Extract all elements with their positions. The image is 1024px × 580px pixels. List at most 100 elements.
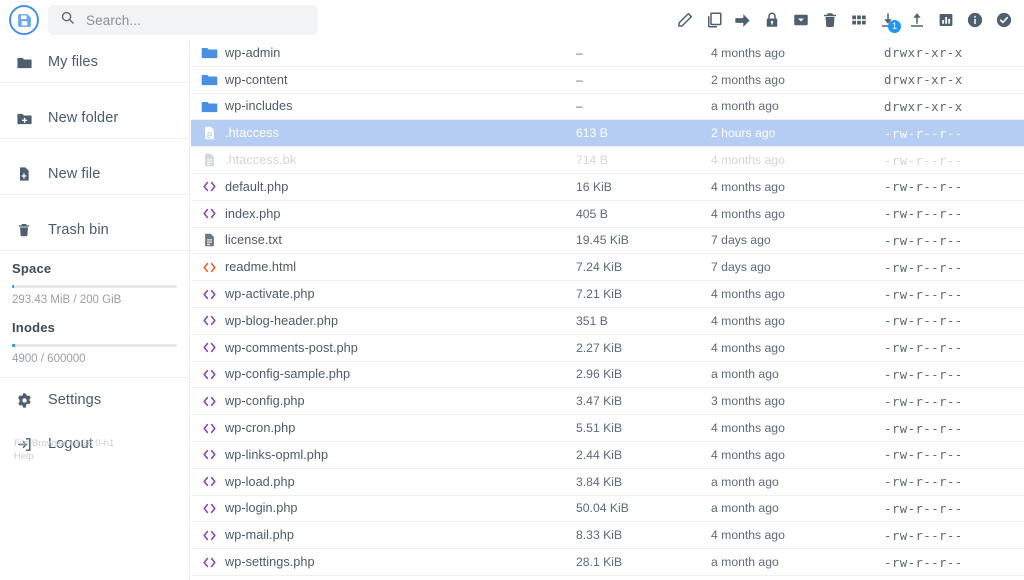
table-row[interactable]: wp-comments-post.php2.27 KiB4 months ago… xyxy=(191,335,1024,362)
file-size: 613 B xyxy=(576,126,711,140)
space-section-title: Space xyxy=(0,251,189,282)
table-row[interactable]: wp-blog-header.php351 B4 months ago-rw-r… xyxy=(191,308,1024,335)
table-row[interactable]: wp-includes–a month agodrwxr-xr-x xyxy=(191,94,1024,121)
table-row[interactable]: wp-config.php3.47 KiB3 months ago-rw-r--… xyxy=(191,388,1024,415)
file-modified: a month ago xyxy=(711,501,884,515)
search-input[interactable]: Search... xyxy=(48,5,318,35)
sidebar-item-new-folder[interactable]: New folder xyxy=(0,98,189,139)
document-icon xyxy=(194,232,225,248)
table-row[interactable]: wp-activate.php7.21 KiB4 months ago-rw-r… xyxy=(191,281,1024,308)
search-placeholder: Search... xyxy=(86,13,141,28)
space-progress-bar xyxy=(12,285,177,288)
sidebar-item-label: Trash bin xyxy=(48,222,109,238)
file-name: license.txt xyxy=(225,233,576,247)
delete-button[interactable] xyxy=(815,5,844,35)
file-modified: 4 months ago xyxy=(711,180,884,194)
file-size: – xyxy=(576,73,711,87)
file-permissions: -rw-r--r-- xyxy=(884,179,1024,194)
sidebar-item-settings[interactable]: Settings xyxy=(0,378,189,422)
file-size: 714 B xyxy=(576,153,711,167)
pencil-icon xyxy=(676,11,694,29)
upload-button[interactable] xyxy=(902,5,931,35)
sidebar-item-new-file[interactable]: New file xyxy=(0,154,189,195)
grid-view-button[interactable] xyxy=(844,5,873,35)
table-row[interactable]: .htaccess613 B2 hours ago-rw-r--r-- xyxy=(191,120,1024,147)
copy-button[interactable] xyxy=(699,5,728,35)
folder-icon xyxy=(194,98,225,115)
app-logo[interactable] xyxy=(0,0,48,40)
table-row[interactable]: license.txt19.45 KiB7 days ago-rw-r--r-- xyxy=(191,228,1024,255)
table-row[interactable]: wp-settings.php28.1 KiBa month ago-rw-r-… xyxy=(191,549,1024,576)
file-modified: 2 hours ago xyxy=(711,126,884,140)
table-row[interactable] xyxy=(191,576,1024,580)
select-all-button[interactable] xyxy=(989,5,1018,35)
download-count-badge: 1 xyxy=(888,20,901,33)
file-permissions: -rw-r--r-- xyxy=(884,206,1024,221)
help-link[interactable]: Help xyxy=(14,450,114,463)
document-icon xyxy=(194,152,225,168)
file-size: 28.1 KiB xyxy=(576,555,711,569)
file-size: 7.24 KiB xyxy=(576,260,711,274)
file-name: wp-mail.php xyxy=(225,528,576,542)
table-row[interactable]: wp-cron.php5.51 KiB4 months ago-rw-r--r-… xyxy=(191,415,1024,442)
file-size: 3.47 KiB xyxy=(576,394,711,408)
folder-icon xyxy=(194,44,225,61)
permissions-button[interactable] xyxy=(757,5,786,35)
sidebar: My files New folder New file Trash bin xyxy=(0,40,190,580)
trash-icon xyxy=(821,11,839,29)
table-row[interactable]: wp-login.php50.04 KiBa month ago-rw-r--r… xyxy=(191,496,1024,523)
file-permissions: -rw-r--r-- xyxy=(884,501,1024,516)
file-name: wp-activate.php xyxy=(225,287,576,301)
code-icon xyxy=(194,473,225,490)
file-name: wp-config.php xyxy=(225,394,576,408)
space-usage-value: 293.43 MiB / 200 GiB xyxy=(0,294,189,310)
gear-icon xyxy=(14,392,34,409)
table-row[interactable]: .htaccess.bk714 B4 months ago-rw-r--r-- xyxy=(191,147,1024,174)
table-row[interactable]: wp-load.php3.84 KiBa month ago-rw-r--r-- xyxy=(191,469,1024,496)
floppy-disk-save-icon xyxy=(9,5,39,35)
file-modified: 4 months ago xyxy=(711,46,884,60)
file-modified: 2 months ago xyxy=(711,73,884,87)
download-button[interactable]: 1 xyxy=(873,5,902,35)
code-icon xyxy=(194,178,225,195)
info-button[interactable] xyxy=(960,5,989,35)
table-row[interactable]: index.php405 B4 months ago-rw-r--r-- xyxy=(191,201,1024,228)
check-circle-icon xyxy=(995,11,1013,29)
file-permissions: -rw-r--r-- xyxy=(884,153,1024,168)
file-size: 8.33 KiB xyxy=(576,528,711,542)
file-listing[interactable]: wp-admin–4 months agodrwxr-xr-xwp-conten… xyxy=(191,40,1024,580)
sidebar-item-my-files[interactable]: My files xyxy=(0,42,189,83)
archive-box-icon xyxy=(792,11,810,29)
table-row[interactable]: wp-links-opml.php2.44 KiB4 months ago-rw… xyxy=(191,442,1024,469)
search-icon xyxy=(60,10,75,30)
file-modified: a month ago xyxy=(711,367,884,381)
table-row[interactable]: wp-admin–4 months agodrwxr-xr-x xyxy=(191,40,1024,67)
file-size: – xyxy=(576,99,711,113)
inodes-progress-bar xyxy=(12,344,177,347)
file-permissions: -rw-r--r-- xyxy=(884,421,1024,436)
rename-button[interactable] xyxy=(670,5,699,35)
file-name: wp-comments-post.php xyxy=(225,341,576,355)
bar-chart-icon xyxy=(937,11,955,29)
table-row[interactable]: wp-config-sample.php2.96 KiBa month ago-… xyxy=(191,362,1024,389)
file-name: .htaccess.bk xyxy=(225,153,576,167)
table-row[interactable]: wp-content–2 months agodrwxr-xr-x xyxy=(191,67,1024,94)
file-size: 7.21 KiB xyxy=(576,287,711,301)
code-icon xyxy=(194,500,225,517)
table-row[interactable]: wp-mail.php8.33 KiB4 months ago-rw-r--r-… xyxy=(191,522,1024,549)
top-bar: Search... xyxy=(0,0,1024,40)
document-icon xyxy=(194,125,225,141)
stats-button[interactable] xyxy=(931,5,960,35)
file-permissions: -rw-r--r-- xyxy=(884,233,1024,248)
table-row[interactable]: default.php16 KiB4 months ago-rw-r--r-- xyxy=(191,174,1024,201)
code-icon xyxy=(194,339,225,356)
move-button[interactable] xyxy=(728,5,757,35)
file-permissions: -rw-r--r-- xyxy=(884,528,1024,543)
sidebar-item-trash-bin[interactable]: Trash bin xyxy=(0,210,189,251)
file-name: .htaccess xyxy=(225,126,576,140)
file-modified: a month ago xyxy=(711,475,884,489)
table-row[interactable]: readme.html7.24 KiB7 days ago-rw-r--r-- xyxy=(191,254,1024,281)
file-modified: a month ago xyxy=(711,99,884,113)
file-name: readme.html xyxy=(225,260,576,274)
archive-button[interactable] xyxy=(786,5,815,35)
